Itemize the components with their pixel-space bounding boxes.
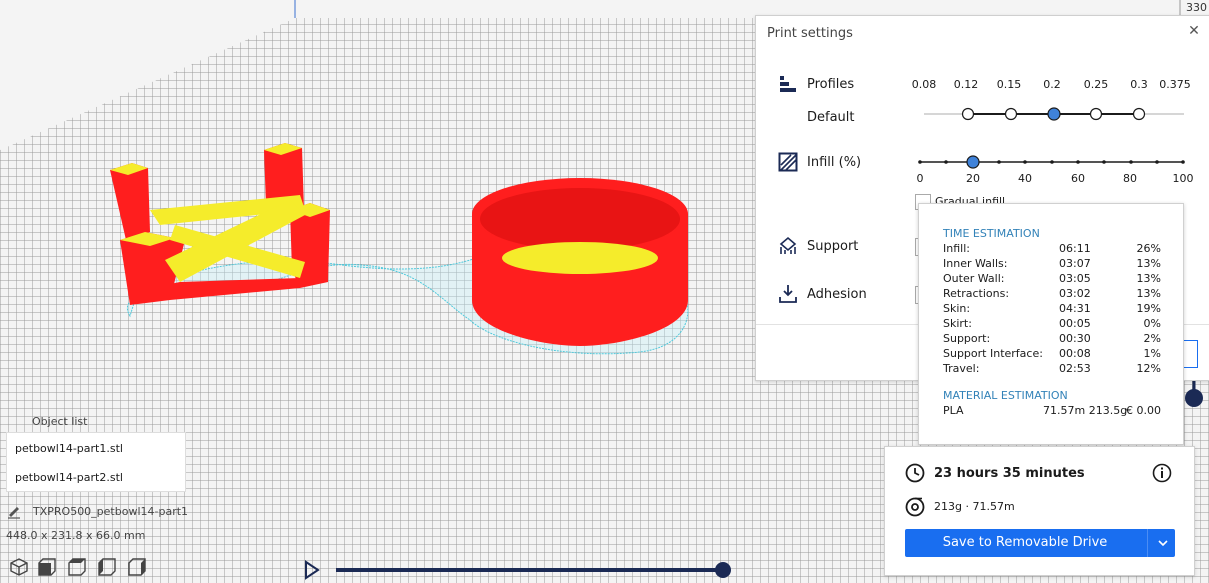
support-label: Support (807, 239, 859, 254)
clock-icon (905, 463, 925, 483)
infill-tick: 0 (916, 172, 924, 185)
front-view-icon[interactable] (38, 558, 56, 576)
pencil-icon[interactable] (6, 503, 22, 519)
profiles-label: Profiles (807, 77, 855, 92)
profile-slider[interactable] (916, 104, 1191, 124)
close-icon[interactable]: ✕ (1186, 23, 1202, 39)
object-list-item[interactable]: petbowl14-part1.stl (15, 442, 123, 455)
infill-label: Infill (%) (807, 155, 862, 170)
time-row: Skin: 04:31 19% (943, 302, 1161, 315)
panel-title: Print settings (767, 26, 853, 41)
button-separator (1147, 529, 1148, 557)
save-button-label: Save to Removable Drive (942, 535, 1108, 550)
chevron-down-icon[interactable] (1157, 538, 1169, 548)
object-list: petbowl14-part1.stl petbowl14-part2.stl (6, 432, 186, 492)
right-view-icon[interactable] (128, 558, 146, 576)
time-row: Infill: 06:11 26% (943, 242, 1161, 255)
profile-tick: 0.12 (953, 78, 979, 91)
infill-tick: 60 (1071, 172, 1085, 185)
profiles-sublabel: Default (807, 110, 855, 125)
time-row: Skirt: 00:05 0% (943, 317, 1161, 330)
profile-tick: 0.25 (1083, 78, 1109, 91)
infill-tick: 20 (966, 172, 980, 185)
time-row: Outer Wall: 03:05 13% (943, 272, 1161, 285)
material-row: PLA 71.57m 213.5g € 0.00 (943, 404, 1161, 417)
model-part2 (472, 178, 688, 346)
infill-tick: 80 (1123, 172, 1137, 185)
save-to-removable-drive-button[interactable]: Save to Removable Drive (905, 529, 1175, 557)
support-icon (779, 236, 797, 254)
profile-tick: 0.3 (1130, 78, 1148, 91)
material-summary: 213g · 71.57m (934, 500, 1015, 513)
print-job-panel: 23 hours 35 minutes 213g · 71.57m Save t… (884, 446, 1195, 576)
profiles-icon (780, 76, 796, 92)
profile-tick: 0.08 (911, 78, 937, 91)
print-duration: 23 hours 35 minutes (934, 466, 1085, 481)
model-dimensions: 448.0 x 231.8 x 66.0 mm (6, 529, 146, 542)
top-view-icon[interactable] (68, 558, 86, 576)
object-list-title[interactable]: Object list (32, 415, 87, 428)
infill-tick: 40 (1018, 172, 1032, 185)
adhesion-label: Adhesion (807, 287, 867, 302)
time-estimation-tooltip: TIME ESTIMATION Infill: 06:11 26% Inner Wa… (918, 203, 1184, 445)
spool-icon (905, 497, 925, 517)
object-list-item[interactable]: petbowl14-part2.stl (15, 471, 123, 484)
profile-tick: 0.15 (996, 78, 1022, 91)
time-row: Support Interface: 00:08 1% (943, 347, 1161, 360)
axis-label-top: 330 (1186, 1, 1207, 14)
infill-tick: 100 (1172, 172, 1194, 185)
material-estimation-title: MATERIAL ESTIMATION (943, 389, 1068, 402)
time-row: Support: 00:30 2% (943, 332, 1161, 345)
infill-icon (778, 152, 798, 172)
time-row: Travel: 02:53 12% (943, 362, 1161, 375)
job-name: TXPRO500_petbowl14-part1 (33, 505, 189, 518)
profile-tick: 0.375 (1159, 78, 1191, 91)
time-estimation-title: TIME ESTIMATION (943, 227, 1040, 240)
time-row: Inner Walls: 03:07 13% (943, 257, 1161, 270)
time-row: Retractions: 03:02 13% (943, 287, 1161, 300)
3d-view-icon[interactable] (10, 558, 28, 576)
info-icon[interactable] (1152, 463, 1172, 483)
vertical-slider-handle (1185, 389, 1203, 407)
profile-tick: 0.2 (1043, 78, 1061, 91)
infill-slider[interactable] (914, 152, 1189, 172)
left-view-icon[interactable] (98, 558, 116, 576)
adhesion-icon (779, 285, 797, 303)
